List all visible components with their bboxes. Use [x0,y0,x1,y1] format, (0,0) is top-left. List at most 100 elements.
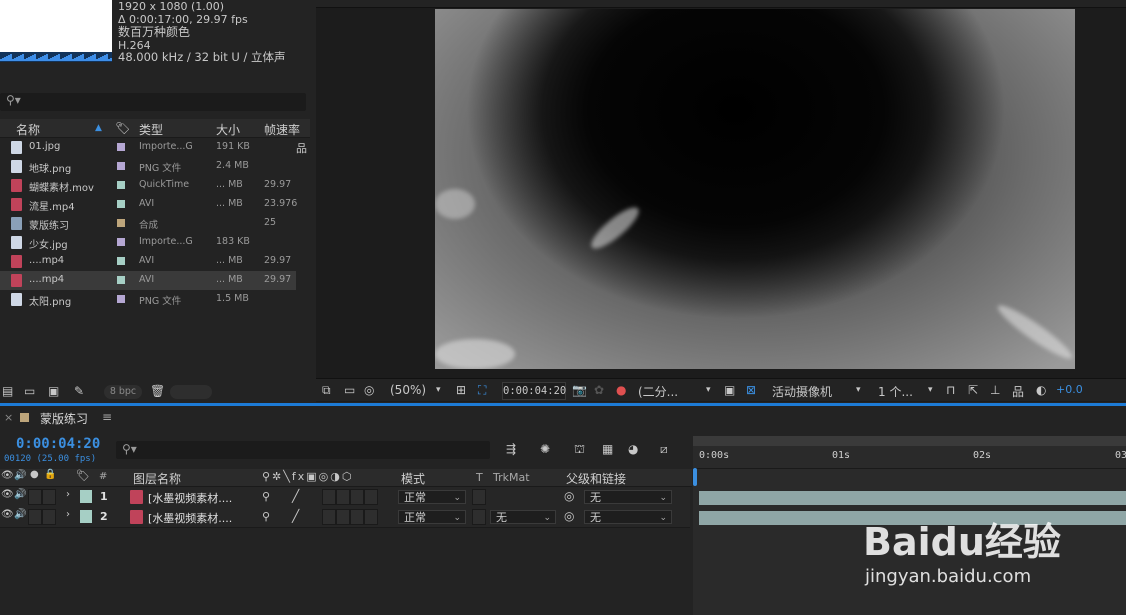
layer-name[interactable]: [水墨视频素材.... [148,490,232,506]
views-dropdown[interactable]: 1 个... [878,383,913,400]
frame-blending-icon[interactable]: ▦ [602,442,613,456]
label-swatch[interactable] [117,257,125,265]
layer-switch-box[interactable] [336,509,350,525]
layer-switch-box[interactable] [364,509,378,525]
label-swatch[interactable] [117,162,125,170]
project-item[interactable]: 01.jpg Importe...G 191 KB [0,138,296,157]
hide-shy-layers-icon[interactable]: ⛫ [574,442,585,458]
preserve-transparency-toggle[interactable] [472,509,486,525]
chevron-right-icon[interactable]: › [66,509,70,520]
video-eye-icon[interactable]: 👁 [1,489,14,500]
project-item[interactable]: 蝴蝶素材.mov QuickTime ... MB 29.97 [0,176,296,195]
label-swatch[interactable] [117,200,125,208]
project-item[interactable]: ....mp4 AVI ... MB 29.97 [0,252,296,271]
region-of-interest-icon[interactable]: ⛶ [478,383,486,398]
blend-mode-dropdown[interactable]: 正常 ⌄ [398,490,466,504]
project-item[interactable]: 地球.png PNG 文件 2.4 MB [0,157,296,176]
monitor-icon[interactable]: ▭ [344,383,355,397]
resolution-dropdown[interactable]: (二分... [638,383,678,400]
bpc-button[interactable]: 8 bpc [104,385,142,399]
quality-switch-icon[interactable]: ╱ [292,509,299,523]
camera-dropdown[interactable]: 活动摄像机 [772,383,832,400]
timeline-icon[interactable]: ⊥ [990,383,1000,397]
work-area-bar[interactable] [693,436,1126,446]
label-swatch[interactable] [117,143,125,151]
project-item[interactable]: 少女.jpg Importe...G 183 KB [0,233,296,252]
project-scrollbar[interactable] [170,385,212,399]
column-name[interactable]: 名称 [16,121,40,138]
label-swatch[interactable] [117,219,125,227]
layer-switch-box[interactable] [322,509,336,525]
motion-blur-icon[interactable]: ◕ [628,442,638,456]
label-tag-icon[interactable]: 🏷 [76,469,90,482]
transfer-icon[interactable]: ⇱ [968,383,978,397]
pick-whip-icon[interactable]: ◎ [564,509,574,523]
label-column-tag-icon[interactable]: 🏷 [115,121,130,135]
time-ruler[interactable]: 0:00s 01s 02s 03 [693,446,1126,469]
video-eye-icon[interactable]: 👁 [1,470,14,481]
chevron-right-icon[interactable]: › [66,489,70,500]
lock-icon[interactable]: 🔒 [44,469,56,480]
new-composition-icon[interactable]: ▣ [48,384,59,398]
blend-mode-dropdown[interactable]: 正常 ⌄ [398,510,466,524]
draft-3d-icon[interactable]: ✺ [540,442,550,456]
layer-switch-box[interactable] [364,489,378,505]
graph-editor-icon[interactable]: ⧄ [660,442,668,457]
audio-speaker-icon[interactable]: 🔊 [14,489,26,500]
composition-frame[interactable] [435,9,1075,369]
column-parent[interactable]: 父级和链接 [566,470,626,487]
flowchart-icon[interactable]: 品 [1012,383,1024,400]
timeline-timecode[interactable]: 0:00:04:20 [16,436,100,452]
project-item[interactable]: ....mp4 AVI ... MB 29.97 [0,271,296,290]
quality-switch-icon[interactable]: ╱ [292,489,299,503]
label-swatch[interactable] [117,295,125,303]
column-type[interactable]: 类型 [139,121,163,138]
flowchart-icon[interactable]: 品 [296,140,307,156]
layer-name[interactable]: [水墨视频素材.... [148,510,232,526]
solo-icon[interactable]: ● [30,469,39,480]
video-eye-icon[interactable]: 👁 [1,509,14,520]
column-fps[interactable]: 帧速率 [264,121,300,138]
parent-dropdown[interactable]: 无 ⌄ [584,490,672,504]
audio-speaker-icon[interactable]: 🔊 [14,470,26,481]
always-preview-icon[interactable]: ⧉ [322,383,331,398]
lock-toggle[interactable] [42,489,56,505]
label-swatch[interactable] [117,181,125,189]
shy-switch-icon[interactable]: ⚲ [262,490,270,503]
layer-switch-box[interactable] [322,489,336,505]
column-trkmat[interactable]: TrkMat [493,471,530,484]
snapshot-icon[interactable]: 📷 [572,383,587,397]
timeline-search-input[interactable]: ⚲▾ [116,441,490,459]
column-size[interactable]: 大小 [216,121,240,138]
project-item[interactable]: 流星.mp4 AVI ... MB 23.976 [0,195,297,214]
layer-label-swatch[interactable] [80,510,92,523]
toggle-pixel-aspect-icon[interactable]: ⊓ [946,383,955,397]
trkmat-dropdown[interactable]: 无 ⌄ [490,510,556,524]
project-item[interactable]: 蒙版练习 合成 25 [0,214,296,233]
mask-visibility-icon[interactable]: ◎ [364,383,374,397]
viewer-timecode[interactable]: 0:00:04:20 [502,382,566,400]
time-graph[interactable]: 0:00s 01s 02s 03 Baidu经验 jingyan.baidu.c… [693,436,1126,615]
fast-preview-icon[interactable]: ⊠ [746,383,756,397]
column-mode[interactable]: 模式 [401,470,425,487]
close-icon[interactable]: × [4,411,13,424]
layer-switch-box[interactable] [350,489,364,505]
parent-dropdown[interactable]: 无 ⌄ [584,510,672,524]
label-swatch[interactable] [117,276,125,284]
tab-menu-icon[interactable]: ≡ [102,410,112,424]
composition-mini-flowchart-icon[interactable]: ⇶ [506,442,516,456]
audio-speaker-icon[interactable]: 🔊 [14,509,26,520]
layer-label-swatch[interactable] [80,490,92,503]
solo-toggle[interactable] [28,489,42,505]
timeline-layer-row[interactable]: 👁 🔊 › 2 [水墨视频素材.... ⚲ ╱ 正常 ⌄ 无 ⌄ ◎ 无 ⌄ [0,507,690,528]
exposure-value[interactable]: +0.0 [1056,383,1083,396]
interpret-footage-icon[interactable]: ▤ [2,384,13,398]
new-folder-icon[interactable]: ▭ [24,384,35,398]
layer-switch-box[interactable] [336,489,350,505]
settings-icon[interactable]: ✎ [74,384,84,398]
project-item[interactable]: 太阳.png PNG 文件 1.5 MB [0,290,296,309]
fit-icon[interactable]: ⊞ [456,383,466,397]
solo-toggle[interactable] [28,509,42,525]
show-snapshot-icon[interactable]: ✿ [594,383,604,397]
label-swatch[interactable] [117,238,125,246]
